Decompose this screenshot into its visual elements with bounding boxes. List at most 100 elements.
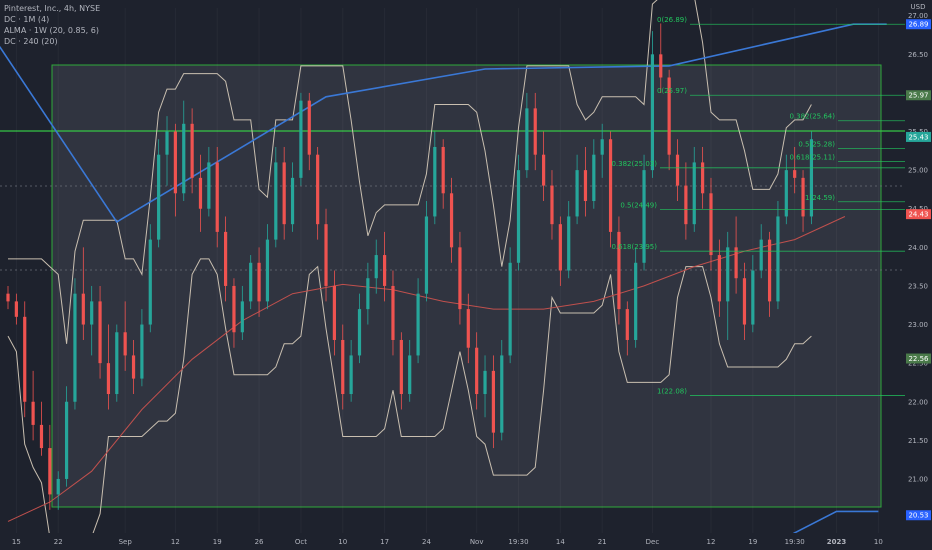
price-badge-label: 26.89 xyxy=(908,21,928,29)
price-tick-label: 24.00 xyxy=(908,244,928,252)
candle-body xyxy=(257,262,261,302)
candle-body xyxy=(307,100,311,155)
fib-level-label: 0(25.97) xyxy=(657,87,687,95)
candle-body xyxy=(424,216,429,294)
candle-body xyxy=(81,293,85,325)
candle-body xyxy=(215,162,219,232)
candle-body xyxy=(734,247,738,279)
candle-body xyxy=(106,363,111,395)
candle-body xyxy=(684,185,688,225)
candle-body xyxy=(282,162,286,225)
candle-body xyxy=(634,262,638,340)
time-tick-label: Oct xyxy=(295,538,307,546)
legend-indicator-dc-240[interactable]: DC · 240 (20) xyxy=(4,36,100,47)
time-tick-label: 15 xyxy=(12,538,21,546)
candle-body xyxy=(483,370,487,395)
candle-body xyxy=(349,355,353,395)
candle-body xyxy=(416,293,420,356)
candle-body xyxy=(332,285,336,340)
price-tick-label: 22.00 xyxy=(908,398,928,406)
time-tick-label: 17 xyxy=(380,538,389,546)
candle-body xyxy=(659,54,663,78)
price-tick-label: 27.00 xyxy=(908,12,928,20)
candle-body xyxy=(608,139,613,232)
candle-body xyxy=(500,355,504,433)
candle-body xyxy=(776,216,780,302)
time-tick-label: 19 xyxy=(748,538,757,546)
time-tick-label: Sep xyxy=(119,538,133,546)
candle-body xyxy=(516,170,521,263)
candle-body xyxy=(14,301,18,317)
candle-body xyxy=(391,285,395,340)
candle-body xyxy=(525,108,529,171)
candle-body xyxy=(223,231,228,286)
candle-body xyxy=(274,162,278,240)
time-tick-label: 19:30 xyxy=(785,538,805,546)
candle-body xyxy=(232,285,236,333)
fib-level-label: 0.5(25.28) xyxy=(798,141,835,149)
time-axis[interactable]: 15 22 Sep 12 19 26 Oct 10 17 24 Nov 19:30 14 21 Dec 12 1… xyxy=(0,533,905,550)
candle-body xyxy=(726,247,730,302)
price-tick-label: 23.50 xyxy=(908,282,928,290)
candle-body xyxy=(449,193,454,248)
candle-body xyxy=(692,162,696,225)
candle-body xyxy=(23,316,27,402)
candle-body xyxy=(793,170,797,178)
candle-body xyxy=(115,332,119,395)
candle-body xyxy=(508,262,512,356)
candle-body xyxy=(475,347,479,395)
candle-body xyxy=(265,239,270,302)
price-axis-unit: USD xyxy=(911,3,926,11)
candle-body xyxy=(341,339,345,395)
candle-body xyxy=(148,239,152,325)
price-badge-label: 24.43 xyxy=(908,211,928,219)
candle-body xyxy=(165,131,169,155)
candle-body xyxy=(39,424,44,449)
candle-body xyxy=(558,224,562,271)
fib-level-label: 1(22.08) xyxy=(657,388,687,396)
time-tick-label: 19 xyxy=(213,538,222,546)
candle-body xyxy=(533,108,537,155)
price-tick-label: 25.00 xyxy=(908,167,928,175)
candle-body xyxy=(491,370,495,433)
time-tick-label: 22 xyxy=(54,538,63,546)
fib-level-label: 0.618(25.11) xyxy=(789,154,835,162)
candle-body xyxy=(198,177,203,209)
candle-body xyxy=(290,177,295,225)
time-tick-label: Dec xyxy=(646,538,660,546)
candle-body xyxy=(190,123,194,178)
chart-legend: Pinterest, Inc., 4h, NYSE DC · 1M (4) AL… xyxy=(4,3,100,47)
candle-body xyxy=(140,324,144,379)
candle-body xyxy=(767,239,772,302)
fib-level-label: 1(24.59) xyxy=(805,194,835,202)
candle-body xyxy=(207,162,211,209)
fib-level-label: 0.5(24.49) xyxy=(620,202,657,210)
candle-body xyxy=(550,185,554,225)
candle-body xyxy=(90,301,94,325)
candle-body xyxy=(64,401,69,479)
candle-body xyxy=(173,131,177,194)
price-badge-label: 25.43 xyxy=(908,133,928,141)
price-tick-label: 26.50 xyxy=(908,51,928,59)
candle-body xyxy=(466,309,470,348)
fib-level-label: 0(26.89) xyxy=(657,16,687,24)
time-tick-label: 12 xyxy=(171,538,180,546)
legend-title[interactable]: Pinterest, Inc., 4h, NYSE xyxy=(4,3,100,14)
candle-body xyxy=(73,293,77,402)
candle-body xyxy=(157,154,161,240)
time-tick-label: 26 xyxy=(255,538,264,546)
candle-body xyxy=(701,162,705,194)
candle-body xyxy=(399,339,403,395)
time-tick-label: 14 xyxy=(556,538,565,546)
price-chart[interactable]: 0(26.89) 0(25.97) 0.382(25.64) 0.5(25.28) 0.… xyxy=(0,0,932,550)
legend-indicator-alma[interactable]: ALMA · 1W (20, 0.85, 6) xyxy=(4,25,100,36)
candle-body xyxy=(299,100,303,178)
price-axis[interactable]: USD20.5021.0021.5022.0022.5023.0023.5024… xyxy=(905,0,932,550)
candle-body xyxy=(567,216,571,271)
candle-body xyxy=(441,146,445,194)
candle-body xyxy=(324,224,328,286)
time-tick-label: 12 xyxy=(707,538,716,546)
legend-indicator-dc-1m[interactable]: DC · 1M (4) xyxy=(4,14,100,25)
candle-body xyxy=(717,255,721,302)
time-tick-label: 24 xyxy=(422,538,431,546)
